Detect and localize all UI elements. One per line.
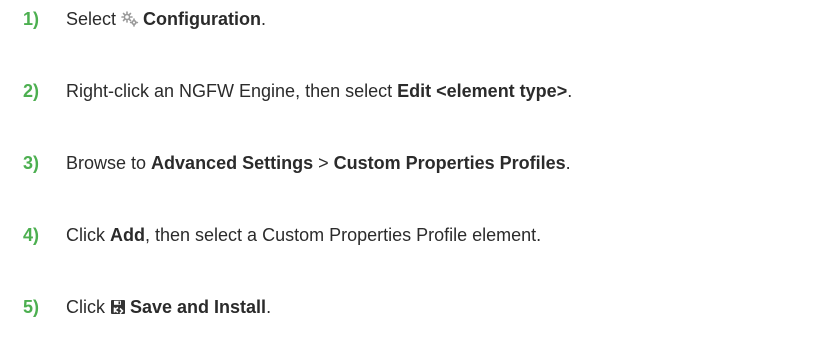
step-text-end: , then select a Custom Properties Profil… [145,224,542,245]
step-text-end: . [567,80,573,101]
step-text: Right-click an NGFW Engine, then select … [66,81,572,102]
step-number: 3) [23,152,40,173]
step-text: Click Add , then select a Custom Propert… [66,225,541,246]
step-text-plain: Click [66,224,110,245]
save-install-icon [110,299,126,315]
edit-element-type-label: Edit <element type> [397,80,568,101]
path-separator: > [313,152,334,173]
step-number: 2) [23,80,40,101]
gears-icon [121,11,139,27]
step-text-plain: Browse to [66,152,152,173]
step-text: Browse to Advanced Settings > Custom Pro… [66,153,571,174]
step-number: 1) [23,8,40,29]
advanced-settings-label: Advanced Settings [151,152,314,173]
step-text: Click Save and Install . [66,297,271,318]
step-text-end: . [266,296,272,317]
step-text-end: . [261,8,267,29]
step-text-end: . [565,152,571,173]
custom-properties-profiles-label: Custom Properties Profiles [333,152,566,173]
step-text-plain: Right-click an NGFW Engine, then select [66,80,398,101]
step-number: 5) [23,296,40,317]
step-text: Select Configuration . [66,9,266,30]
step-number: 4) [23,224,40,245]
step-text-plain: Select [66,8,117,29]
step-list: 1) Select Configuration . 2) Right-click… [0,0,817,337]
step-text-plain: Click [66,296,105,317]
save-and-install-label: Save and Install [130,296,267,317]
configuration-label: Configuration [143,8,262,29]
add-label: Add [110,224,145,245]
